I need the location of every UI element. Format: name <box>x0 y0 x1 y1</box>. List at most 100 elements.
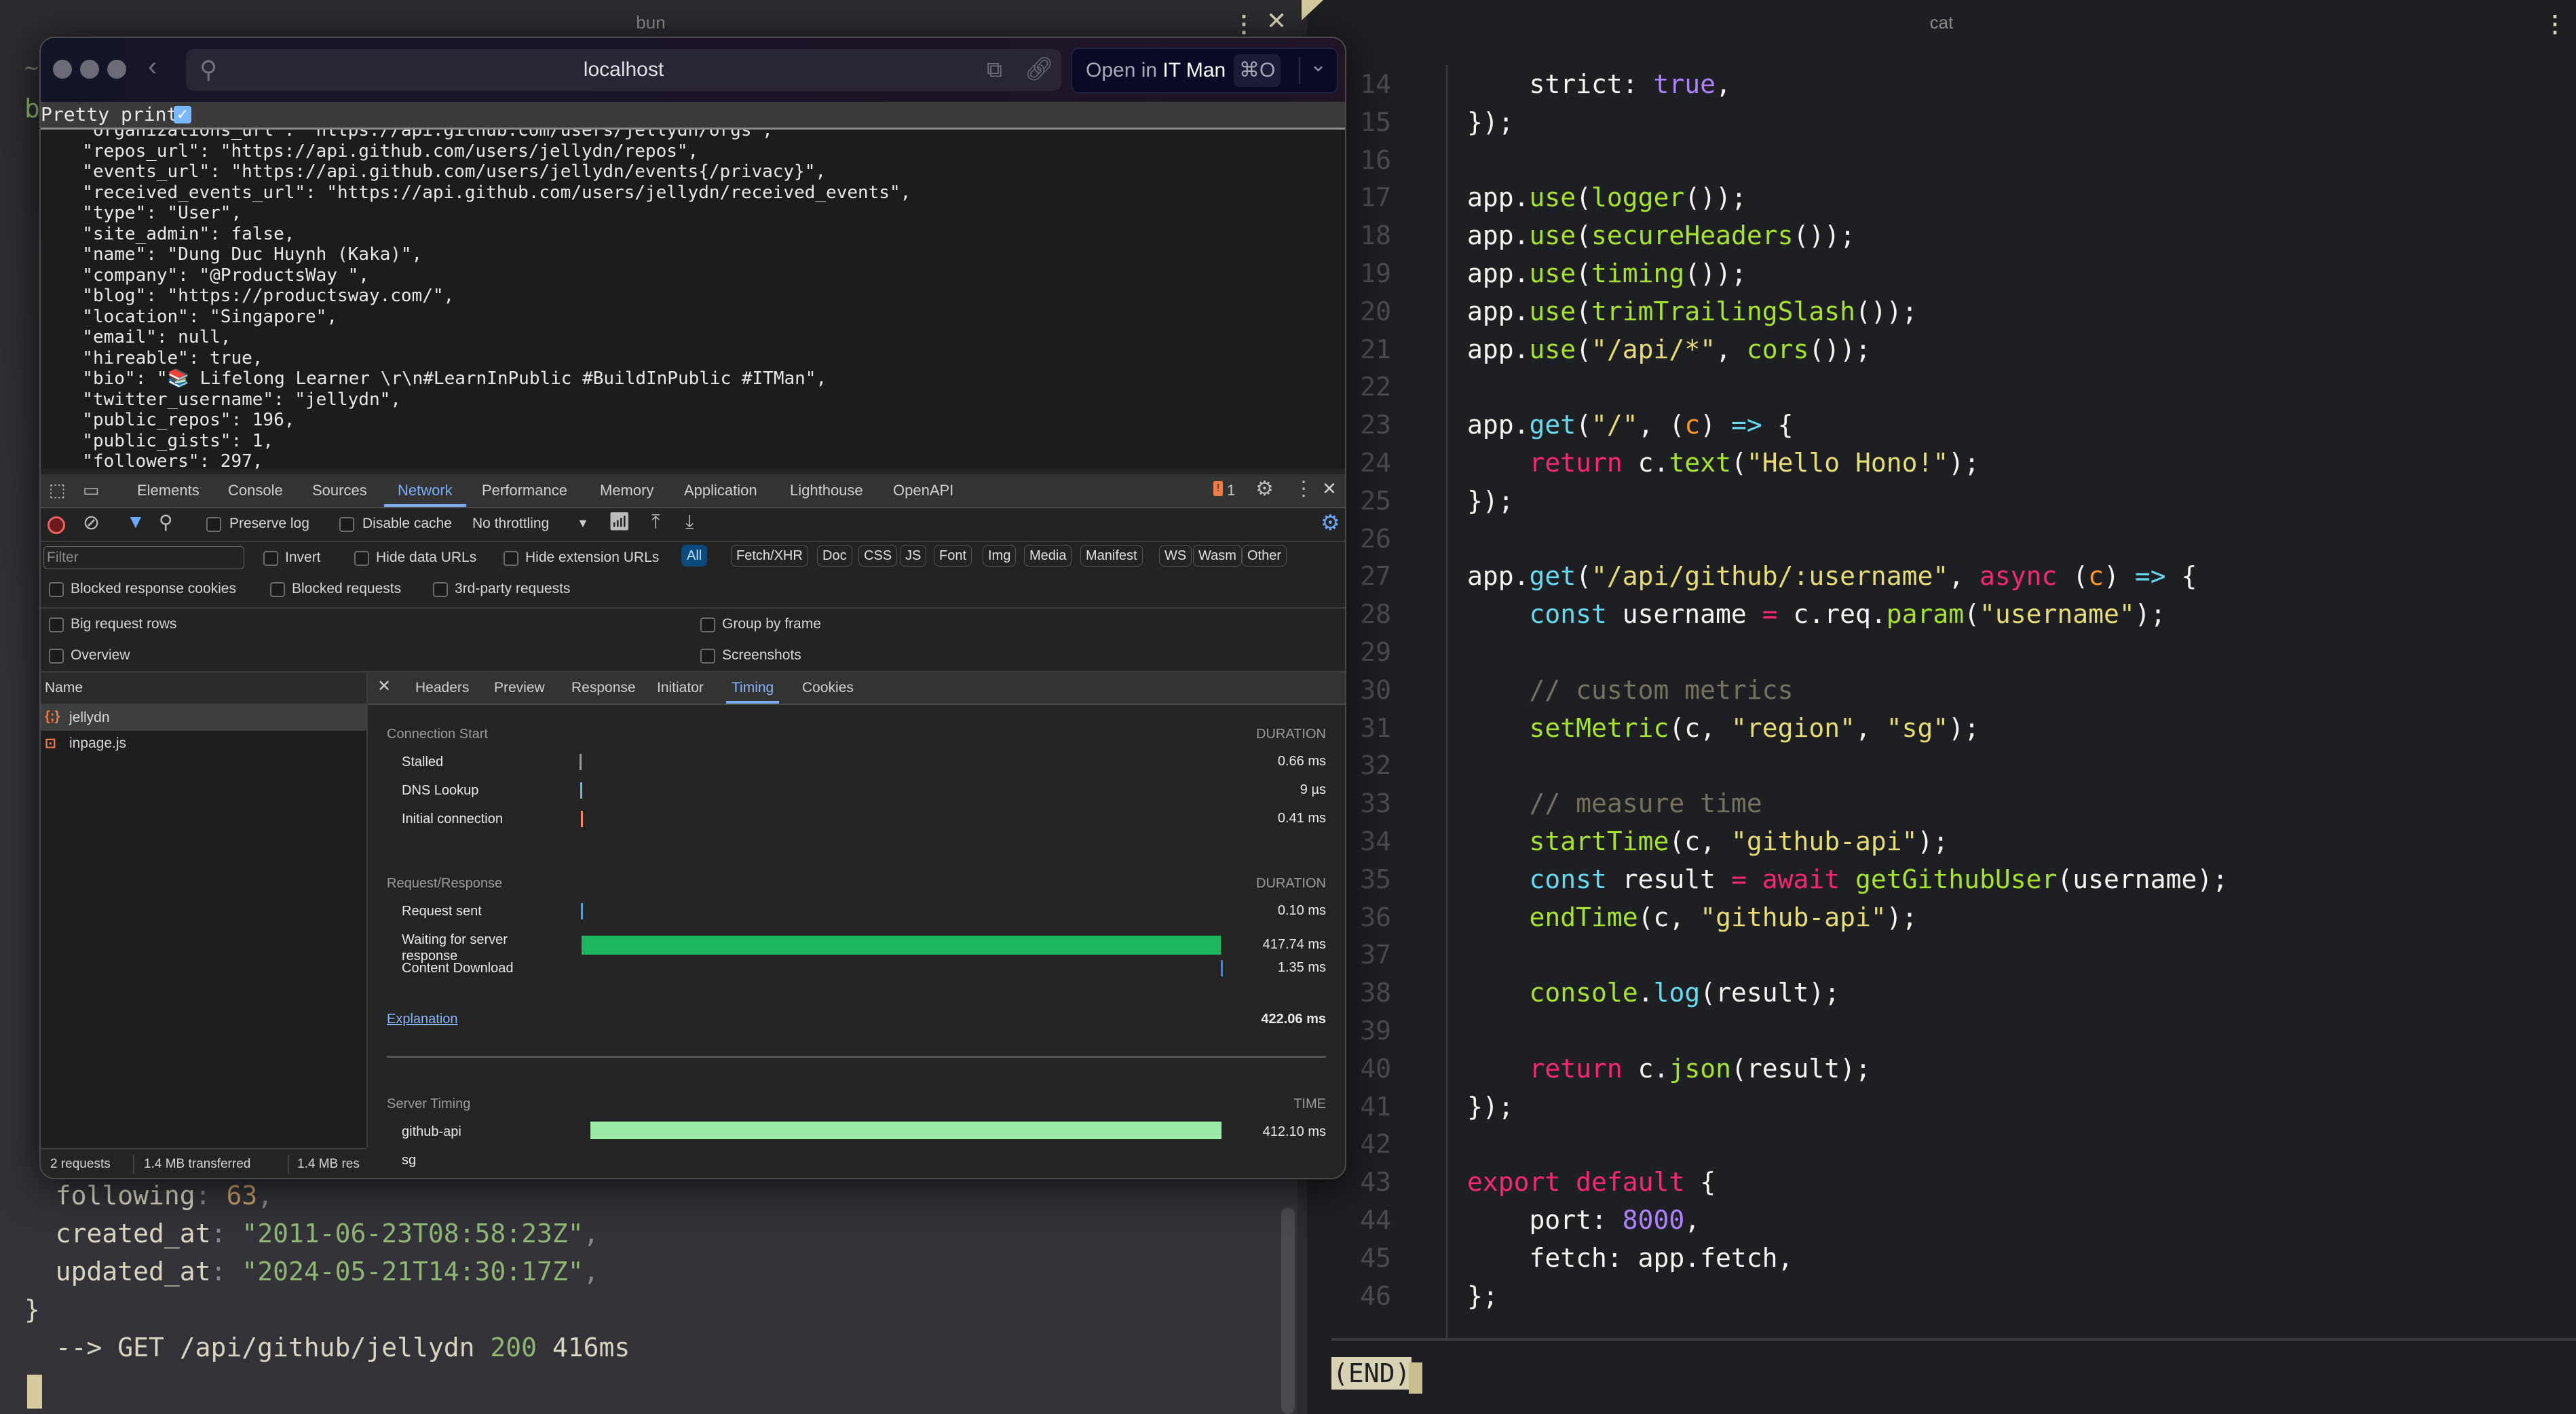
filter-type-all[interactable]: All <box>681 545 708 567</box>
detail-tab-timing[interactable]: Timing <box>725 672 780 704</box>
request-name: jellydn <box>69 710 110 725</box>
big-request-rows-checkbox[interactable] <box>49 617 64 632</box>
record-stop-icon[interactable] <box>48 516 65 534</box>
tab-network[interactable]: Network <box>384 474 466 507</box>
tab-application[interactable]: Application <box>684 474 757 507</box>
code-token: ( <box>1576 334 1592 364</box>
extension-puzzle-icon[interactable]: ⧉ <box>987 57 1002 83</box>
address-bar[interactable]: ⚲ localhost ⧉ 🔗︎ <box>186 49 1061 91</box>
filter-type-fetchxhr[interactable]: Fetch/XHR <box>731 545 808 567</box>
explanation-link[interactable]: Explanation <box>387 1012 458 1027</box>
close-detail-icon[interactable]: ✕ <box>377 676 391 696</box>
filter-type-js[interactable]: JS <box>900 545 927 567</box>
tab-memory[interactable]: Memory <box>600 474 654 507</box>
pane-menu-icon[interactable]: ⋮ <box>2543 11 2566 38</box>
network-settings-gear-icon[interactable]: ⚙ <box>1321 510 1340 535</box>
blocked-response-cookies-checkbox[interactable] <box>49 582 64 597</box>
code-token: ( <box>1576 221 1592 251</box>
throttling-select[interactable]: No throttling <box>472 516 549 532</box>
filter-type-other[interactable]: Other <box>1242 545 1287 567</box>
blocked-requests-checkbox[interactable] <box>270 582 285 597</box>
invert-checkbox[interactable] <box>263 551 278 566</box>
issues-count[interactable]: 1 <box>1227 474 1235 507</box>
filter-type-img[interactable]: Img <box>983 545 1017 567</box>
window-close-button[interactable] <box>53 60 72 79</box>
pretty-print-checkbox[interactable]: ✓ <box>174 106 191 123</box>
screenshots-checkbox[interactable] <box>700 649 715 664</box>
settings-gear-icon[interactable]: ⚙ <box>1255 477 1274 501</box>
issues-icon[interactable]: ! <box>1213 481 1223 496</box>
preserve-log-label: Preserve log <box>229 516 309 531</box>
code-token-str: "github-api" <box>1700 902 1887 932</box>
device-toolbar-icon[interactable]: ▭ <box>83 480 100 501</box>
third-party-requests-checkbox[interactable] <box>433 582 448 597</box>
detail-tab-headers[interactable]: Headers <box>415 672 469 704</box>
open-in-app-button[interactable]: Open in IT Man ⌘O ⌄ <box>1071 47 1338 94</box>
chevron-down-icon[interactable]: ⌄ <box>1310 53 1327 77</box>
pane-menu-icon[interactable]: ⋮ <box>1232 11 1255 38</box>
filter-type-media[interactable]: Media <box>1024 545 1072 567</box>
hide-extension-urls-checkbox[interactable] <box>504 551 518 566</box>
terminal-scrollbar[interactable] <box>1281 1208 1295 1414</box>
prompt-fragment: b <box>24 94 40 123</box>
dropdown-arrow-icon[interactable]: ▼ <box>577 516 589 531</box>
code-line: }); <box>1467 486 1514 516</box>
closing-brace: } <box>24 1295 40 1324</box>
back-chevron-icon[interactable]: ‹ <box>148 52 157 82</box>
timing-row-value: 0.66 ms <box>1277 754 1326 769</box>
tab-sources[interactable]: Sources <box>312 474 367 507</box>
json-line: "received_events_url": "https://api.gith… <box>61 182 911 203</box>
disable-cache-checkbox[interactable] <box>339 517 354 532</box>
group-by-frame-checkbox[interactable] <box>700 617 715 632</box>
more-options-icon[interactable]: ⋮ <box>1293 477 1314 501</box>
request-list: Name {;} jellydn ⊡ inpage.js <box>41 672 368 1147</box>
preserve-log-checkbox[interactable] <box>206 517 221 532</box>
close-devtools-icon[interactable]: ✕ <box>1322 478 1337 499</box>
filter-type-css[interactable]: CSS <box>858 545 898 567</box>
export-har-icon[interactable]: ⤓ <box>685 511 694 533</box>
request-row[interactable]: {;} jellydn <box>41 705 366 731</box>
code-token-fn: use <box>1529 183 1576 213</box>
link-icon[interactable]: 🔗︎ <box>1025 56 1054 83</box>
window-minimize-button[interactable] <box>80 60 99 79</box>
url-text[interactable]: localhost <box>186 49 1061 91</box>
code-line: return c.json(result); <box>1467 1054 1871 1084</box>
line-number: 35 <box>1360 864 1391 894</box>
filter-type-wasm[interactable]: Wasm <box>1193 545 1242 567</box>
filter-type-font[interactable]: Font <box>934 545 972 567</box>
filter-input[interactable]: Filter <box>43 546 244 569</box>
filter-type-ws[interactable]: WS <box>1159 545 1192 567</box>
filter-funnel-icon[interactable]: ▼ <box>126 511 145 533</box>
code-line: app.use(secureHeaders()); <box>1467 221 1855 250</box>
detail-tab-response[interactable]: Response <box>571 672 636 704</box>
line-number: 30 <box>1360 674 1391 705</box>
open-in-prefix: Open in <box>1086 59 1163 81</box>
detail-tab-preview[interactable]: Preview <box>494 672 545 704</box>
tab-console[interactable]: Console <box>228 474 283 507</box>
network-conditions-icon[interactable]: 📶︎ <box>608 511 630 532</box>
tab-elements[interactable]: Elements <box>137 474 200 507</box>
code-token-fn: use <box>1529 296 1576 326</box>
code-token: ); <box>1948 448 1980 478</box>
clear-icon[interactable]: ⊘ <box>83 511 100 535</box>
tab-performance[interactable]: Performance <box>482 474 567 507</box>
code-token-str: "/" <box>1591 410 1638 440</box>
import-har-icon[interactable]: ⤒ <box>651 511 660 533</box>
name-column-header[interactable]: Name <box>45 680 83 696</box>
detail-tab-initiator[interactable]: Initiator <box>657 672 704 704</box>
request-row[interactable]: ⊡ inpage.js <box>41 731 366 757</box>
pane-close-icon[interactable]: ✕ <box>1266 7 1287 35</box>
line-number: 23 <box>1360 410 1391 440</box>
tab-openapi[interactable]: OpenAPI <box>893 474 953 507</box>
search-icon[interactable]: ⚲ <box>159 511 173 533</box>
tab-lighthouse[interactable]: Lighthouse <box>790 474 863 507</box>
detail-tab-cookies[interactable]: Cookies <box>802 672 854 704</box>
filter-type-doc[interactable]: Doc <box>817 545 852 567</box>
inspect-element-icon[interactable]: ⬚ <box>49 480 66 501</box>
filter-type-manifest[interactable]: Manifest <box>1080 545 1143 567</box>
window-zoom-button[interactable] <box>107 60 126 79</box>
hide-data-urls-checkbox[interactable] <box>354 551 369 566</box>
button-separator <box>1299 57 1300 84</box>
overview-checkbox[interactable] <box>49 649 64 664</box>
